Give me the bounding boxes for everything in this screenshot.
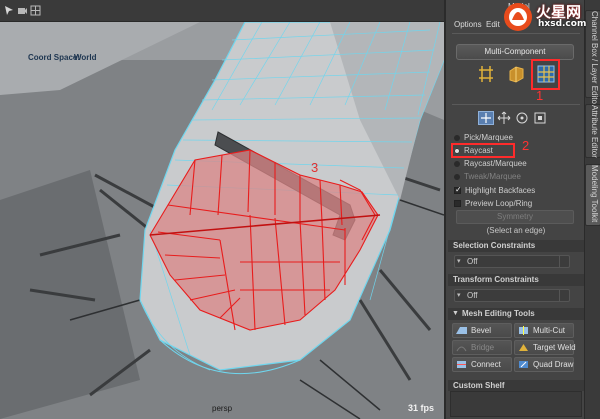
coord-space-label: Coord Space: (28, 53, 81, 62)
radio-label: Raycast/Marquee (464, 159, 527, 168)
move-tool-icon[interactable] (496, 111, 512, 125)
tool-label: Target Weld (533, 343, 576, 352)
select-arrow-icon[interactable] (478, 111, 494, 125)
section-transform-constraints[interactable]: Transform Constraints (448, 274, 584, 286)
target-weld-icon (518, 343, 529, 352)
dropdown-arrow-icon: ▾ (457, 258, 461, 265)
tool-label: Quad Draw (533, 360, 574, 369)
selection-hint: (Select an edge) (486, 226, 546, 235)
radio-dot[interactable] (454, 135, 460, 141)
multi-component-button[interactable]: Multi-Component (456, 44, 574, 60)
bevel-icon (456, 326, 467, 335)
vertical-tab-bar: Channel Box / Layer Editor Attribute Edi… (584, 0, 600, 419)
transform-constraints-dropdown[interactable]: ▾ Off (454, 289, 570, 302)
tool-label: Bevel (471, 326, 492, 335)
section-mesh-editing-tools[interactable]: ▼ Mesh Editing Tools (448, 308, 584, 320)
radio-dot[interactable] (454, 174, 460, 180)
dropdown-endcap (559, 290, 569, 301)
radio-label: Tweak/Marquee (464, 172, 521, 181)
multi-cut-icon (518, 326, 529, 335)
radio-label: Pick/Marquee (464, 133, 513, 142)
quad-draw-button[interactable]: Quad Draw (514, 357, 574, 372)
tool-label: Bridge (471, 343, 495, 352)
tab-label: Modeling Toolkit (590, 165, 599, 223)
modeling-toolkit-panel: Model Options Edit Multi-Component 1 Pic… (444, 0, 584, 419)
dropdown-value: Off (467, 257, 478, 266)
selection-constraints-dropdown[interactable]: ▾ Off (454, 255, 570, 268)
checkbox-label: Highlight Backfaces (465, 186, 536, 195)
target-weld-button[interactable]: Target Weld (514, 340, 576, 355)
edge-mode-icon[interactable] (506, 64, 526, 84)
tab-label: Attribute Editor (590, 105, 599, 158)
annotation-1: 1 (536, 88, 544, 103)
bridge-button[interactable]: Bridge (452, 340, 512, 355)
vertex-mode-icon[interactable] (476, 64, 496, 84)
symmetry-button[interactable]: Symmetry (456, 210, 574, 224)
multi-cut-button[interactable]: Multi-Cut (514, 323, 574, 338)
section-selection-constraints[interactable]: Selection Constraints (448, 240, 584, 252)
highlight-box-face-mode (531, 59, 560, 90)
radio-dot[interactable] (454, 161, 460, 167)
checkbox-label: Preview Loop/Ring (465, 199, 533, 208)
connect-button[interactable]: Connect (452, 357, 512, 372)
annotation-3: 3 (311, 160, 319, 175)
fps-counter: 31 fps (408, 403, 435, 413)
checkbox-box-checked[interactable] (454, 185, 462, 194)
camera-label: persp (212, 404, 233, 413)
menu-options[interactable]: Options (454, 20, 482, 29)
dropdown-value: Off (467, 291, 478, 300)
tool-label: Multi-Cut (533, 326, 566, 335)
annotation-2: 2 (522, 138, 530, 153)
watermark-url: hxsd.com (538, 19, 587, 29)
viewport-toolbar (0, 0, 444, 22)
tab-attribute-editor[interactable]: Attribute Editor (585, 104, 600, 158)
highlight-box-raycast (451, 143, 515, 158)
select-tool-icon[interactable] (4, 5, 15, 16)
camera-icon[interactable] (17, 5, 28, 16)
rotate-tool-icon[interactable] (514, 111, 530, 125)
custom-shelf-area[interactable] (450, 391, 582, 417)
bridge-icon (456, 343, 467, 352)
collapse-arrow-icon: ▼ (452, 310, 459, 317)
checkbox-box[interactable] (454, 200, 461, 207)
dropdown-endcap (559, 256, 569, 267)
tool-label: Connect (471, 360, 501, 369)
grid-icon[interactable] (30, 5, 41, 16)
coord-space-value: World (74, 53, 97, 62)
divider (452, 104, 580, 105)
quad-draw-icon (518, 360, 529, 369)
scale-tool-icon[interactable] (532, 111, 548, 125)
connect-icon (456, 360, 467, 369)
dropdown-arrow-icon: ▾ (457, 292, 461, 299)
section-custom-shelf[interactable]: Custom Shelf (448, 380, 584, 391)
viewport-scene[interactable] (0, 0, 444, 419)
bevel-button[interactable]: Bevel (452, 323, 512, 338)
section-title: Mesh Editing Tools (462, 309, 535, 318)
tab-modeling-toolkit[interactable]: Modeling Toolkit (585, 164, 600, 226)
modeling-viewport[interactable]: Coord Space: World 3 persp 31 fps (0, 0, 444, 419)
